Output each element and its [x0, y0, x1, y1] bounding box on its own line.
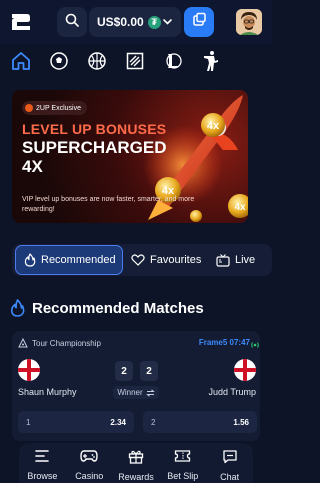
chevron-down-icon	[162, 16, 173, 30]
heart-icon	[131, 254, 145, 266]
bottom-nav: Browse Casino Rewards Bet Slip Chat	[19, 443, 253, 483]
tab-live-label: Live	[235, 254, 256, 266]
gamepad-icon	[80, 449, 98, 468]
tv-icon	[216, 253, 230, 267]
balance-amount: US$0.00	[97, 15, 144, 29]
nav-casino-label: Casino	[75, 471, 104, 481]
snooker-icon	[18, 338, 28, 348]
search-icon	[65, 13, 79, 32]
nav-bet-slip[interactable]: Bet Slip	[159, 443, 206, 483]
svg-text:4x: 4x	[234, 202, 246, 213]
flame-icon	[10, 299, 25, 317]
league-name: Tour Championship	[32, 338, 101, 348]
nav-chat[interactable]: Chat	[206, 443, 253, 483]
nav-bet-slip-label: Bet Slip	[167, 471, 199, 481]
home-icon[interactable]	[6, 46, 36, 76]
avatar[interactable]	[236, 9, 262, 35]
match-status: Frame5 07:47	[198, 338, 250, 347]
section-header: Recommended Matches	[10, 299, 204, 317]
live-signal-icon	[250, 337, 260, 355]
england-flag-icon	[234, 359, 256, 381]
svg-text:4x: 4x	[207, 120, 220, 132]
odds-value: 1.56	[233, 417, 249, 427]
chat-icon	[222, 449, 238, 469]
flame-icon	[24, 253, 36, 267]
basketball-icon[interactable]	[82, 46, 112, 76]
match-league: Tour Championship	[18, 338, 101, 348]
balance-selector[interactable]: US$0.00 ₮	[89, 7, 181, 37]
player1-name: Shaun Murphy	[18, 387, 77, 397]
esports-icon[interactable]	[120, 46, 150, 76]
nav-chat-label: Chat	[220, 472, 240, 482]
gift-icon	[128, 449, 144, 469]
score-player1: 2	[115, 361, 133, 381]
banner-title: SUPERCHARGED	[22, 138, 167, 157]
search-button[interactable]	[57, 7, 87, 37]
browse-icon	[34, 449, 50, 468]
england-flag-icon	[18, 359, 40, 381]
tab-bar: Recommended Favourites Live	[12, 244, 272, 276]
counter-strike-icon[interactable]	[196, 46, 226, 76]
promo-banner[interactable]: 4x 4x 4x 2UP Exclusive LEVEL UP BONUSES …	[12, 90, 248, 223]
app-root: US$0.00 ₮ 4x 4x 4x 2UP Exclusive LEVEL U…	[0, 0, 272, 483]
top-bar: US$0.00 ₮	[0, 0, 272, 44]
logo-icon[interactable]	[8, 9, 34, 35]
exclusive-badge-label: 2UP Exclusive	[36, 104, 82, 112]
market-label: Winner	[117, 388, 143, 397]
tab-recommended-label: Recommended	[41, 254, 116, 266]
match-card[interactable]: Tour Championship Frame5 07:47 2 2 Shaun…	[12, 331, 260, 441]
odds-button-1[interactable]: 1 2.34	[18, 411, 134, 433]
lol-icon[interactable]	[158, 46, 188, 76]
odds-label: 2	[151, 417, 156, 427]
deposit-icon	[192, 12, 207, 32]
nav-rewards-label: Rewards	[118, 472, 154, 482]
tab-favourites-label: Favourites	[150, 254, 202, 266]
section-title: Recommended Matches	[32, 299, 204, 317]
nav-browse-label: Browse	[27, 471, 58, 481]
badge-icon	[25, 104, 33, 112]
score-player2: 2	[140, 361, 158, 381]
nav-browse[interactable]: Browse	[19, 443, 66, 483]
exclusive-badge: 2UP Exclusive	[22, 101, 88, 115]
sports-nav	[0, 44, 272, 78]
tether-icon: ₮	[147, 15, 161, 29]
ticket-icon	[174, 449, 191, 468]
nav-rewards[interactable]: Rewards	[113, 443, 160, 483]
banner-subtitle: VIP level up bonuses are now faster, sma…	[22, 196, 195, 213]
player2-name: Judd Trump	[208, 387, 256, 397]
banner-multiplier: 4X	[22, 157, 43, 176]
odds-button-2[interactable]: 2 1.56	[143, 411, 257, 433]
odds-value: 2.34	[110, 417, 126, 427]
deposit-button[interactable]	[184, 7, 214, 37]
soccer-icon[interactable]	[44, 46, 74, 76]
odds-label: 1	[26, 417, 31, 427]
banner-headline: LEVEL UP BONUSES	[22, 121, 167, 137]
tab-live[interactable]: Live	[216, 244, 255, 276]
nav-casino[interactable]: Casino	[66, 443, 113, 483]
market-selector[interactable]: Winner	[113, 386, 159, 399]
swap-icon	[145, 388, 155, 397]
tab-recommended[interactable]: Recommended	[15, 245, 123, 275]
tab-favourites[interactable]: Favourites	[131, 244, 201, 276]
